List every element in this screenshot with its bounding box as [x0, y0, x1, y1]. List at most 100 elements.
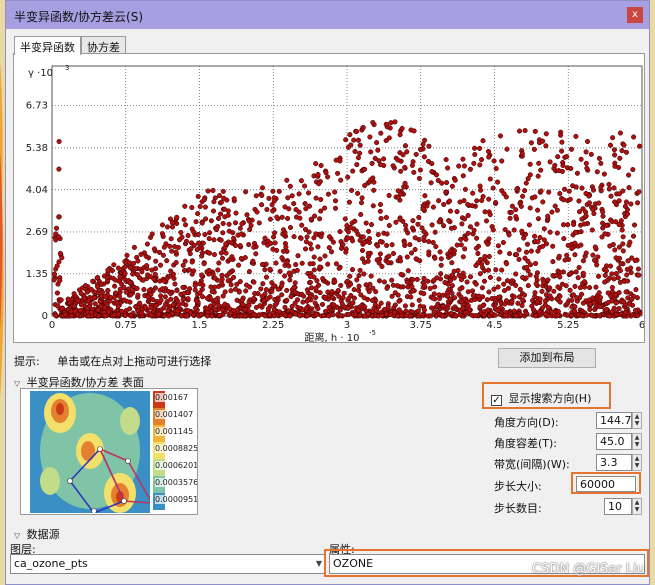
scatter-point[interactable] [535, 173, 541, 179]
scatter-point[interactable] [371, 187, 377, 193]
scatter-point[interactable] [447, 208, 454, 214]
scatter-point[interactable] [246, 269, 252, 275]
scatter-point[interactable] [588, 312, 594, 318]
scatter-point[interactable] [581, 221, 587, 227]
scatter-point[interactable] [471, 227, 477, 233]
scatter-point[interactable] [362, 239, 368, 245]
scatter-point[interactable] [635, 200, 641, 206]
scatter-point[interactable] [199, 294, 206, 300]
scatter-point[interactable] [345, 229, 351, 235]
scatter-point[interactable] [313, 231, 319, 237]
scatter-point[interactable] [519, 228, 525, 234]
scatter-point[interactable] [116, 293, 122, 299]
scatter-point[interactable] [195, 231, 201, 238]
scatter-point[interactable] [258, 286, 264, 292]
scatter-point[interactable] [429, 305, 435, 311]
scatter-point[interactable] [613, 311, 620, 318]
scatter-point[interactable] [584, 312, 590, 318]
scatter-point[interactable] [123, 289, 129, 295]
scatter-point[interactable] [501, 281, 507, 287]
scatter-point[interactable] [253, 193, 259, 199]
scatter-point[interactable] [438, 256, 444, 262]
scatter-point[interactable] [322, 253, 328, 259]
scatter-point[interactable] [78, 302, 85, 308]
scatter-point[interactable] [206, 236, 212, 242]
scatter-point[interactable] [533, 273, 539, 280]
scatter-point[interactable] [527, 172, 533, 178]
scatter-point[interactable] [271, 313, 278, 319]
tolerance-spinner[interactable]: ▲ ▼ [632, 433, 642, 450]
scatter-point[interactable] [216, 260, 222, 266]
scatter-point[interactable] [208, 303, 214, 309]
scatter-point[interactable] [397, 132, 403, 138]
scatter-point[interactable] [395, 157, 401, 163]
scatter-point[interactable] [170, 302, 177, 308]
scatter-point[interactable] [619, 227, 625, 233]
scatter-point[interactable] [434, 303, 440, 309]
scatter-point[interactable] [621, 142, 627, 148]
scatter-point[interactable] [158, 297, 164, 303]
scatter-point[interactable] [226, 228, 232, 234]
scatter-point[interactable] [413, 256, 419, 262]
scatter-point[interactable] [535, 239, 541, 245]
scatter-point[interactable] [272, 240, 278, 246]
scatter-point[interactable] [280, 227, 287, 233]
scatter-point[interactable] [596, 290, 602, 296]
scatter-point[interactable] [271, 306, 277, 312]
scatter-point[interactable] [246, 242, 252, 248]
scatter-point[interactable] [305, 190, 312, 196]
scatter-point[interactable] [140, 277, 146, 283]
scatter-point[interactable] [390, 250, 397, 257]
scatter-point[interactable] [71, 303, 77, 309]
scatter-point[interactable] [311, 267, 317, 273]
scatter-point[interactable] [573, 133, 579, 139]
scatter-point[interactable] [298, 235, 304, 241]
scatter-point[interactable] [588, 151, 594, 157]
scatter-point[interactable] [623, 309, 629, 316]
scatter-point[interactable] [127, 280, 133, 286]
scatter-point[interactable] [270, 188, 276, 194]
scatter-point[interactable] [612, 199, 618, 205]
scatter-point[interactable] [178, 313, 184, 319]
scatter-point[interactable] [438, 262, 444, 268]
scatter-point[interactable] [592, 307, 598, 313]
scatter-point[interactable] [193, 219, 199, 225]
scatter-point[interactable] [565, 242, 571, 248]
scatter-point[interactable] [409, 162, 415, 168]
scatter-point[interactable] [287, 224, 294, 231]
scatter-point[interactable] [407, 242, 413, 248]
scatter-point[interactable] [571, 221, 577, 228]
scatter-point[interactable] [601, 171, 607, 177]
scatter-point[interactable] [462, 216, 468, 222]
scatter-point[interactable] [624, 272, 630, 278]
scatter-point[interactable] [416, 214, 422, 220]
scatter-point[interactable] [307, 273, 313, 280]
scatter-point[interactable] [192, 283, 198, 289]
scatter-point[interactable] [148, 234, 154, 240]
scatter-point[interactable] [568, 146, 575, 152]
scatter-point[interactable] [513, 313, 519, 319]
scatter-point[interactable] [504, 146, 510, 152]
scatter-point[interactable] [572, 304, 578, 310]
scatter-point[interactable] [90, 278, 96, 284]
scatter-point[interactable] [556, 253, 562, 259]
scatter-point[interactable] [415, 221, 421, 227]
scatter-point[interactable] [332, 279, 338, 285]
scatter-point[interactable] [610, 241, 616, 248]
scatter-point[interactable] [611, 147, 617, 153]
scatter-point[interactable] [394, 283, 400, 289]
scatter-point[interactable] [493, 165, 499, 172]
scatter-point[interactable] [51, 277, 57, 283]
scatter-point[interactable] [122, 264, 128, 270]
scatter-point[interactable] [616, 305, 622, 312]
scatter-point[interactable] [208, 218, 214, 224]
scatter-point[interactable] [427, 285, 433, 291]
scatter-point[interactable] [349, 267, 356, 273]
scatter-point[interactable] [104, 275, 111, 281]
scatter-point[interactable] [429, 222, 435, 228]
scatter-point[interactable] [623, 199, 629, 205]
scatter-point[interactable] [514, 252, 520, 258]
scatter-point[interactable] [326, 245, 332, 251]
scatter-point[interactable] [231, 235, 237, 241]
scatter-point[interactable] [199, 253, 205, 259]
